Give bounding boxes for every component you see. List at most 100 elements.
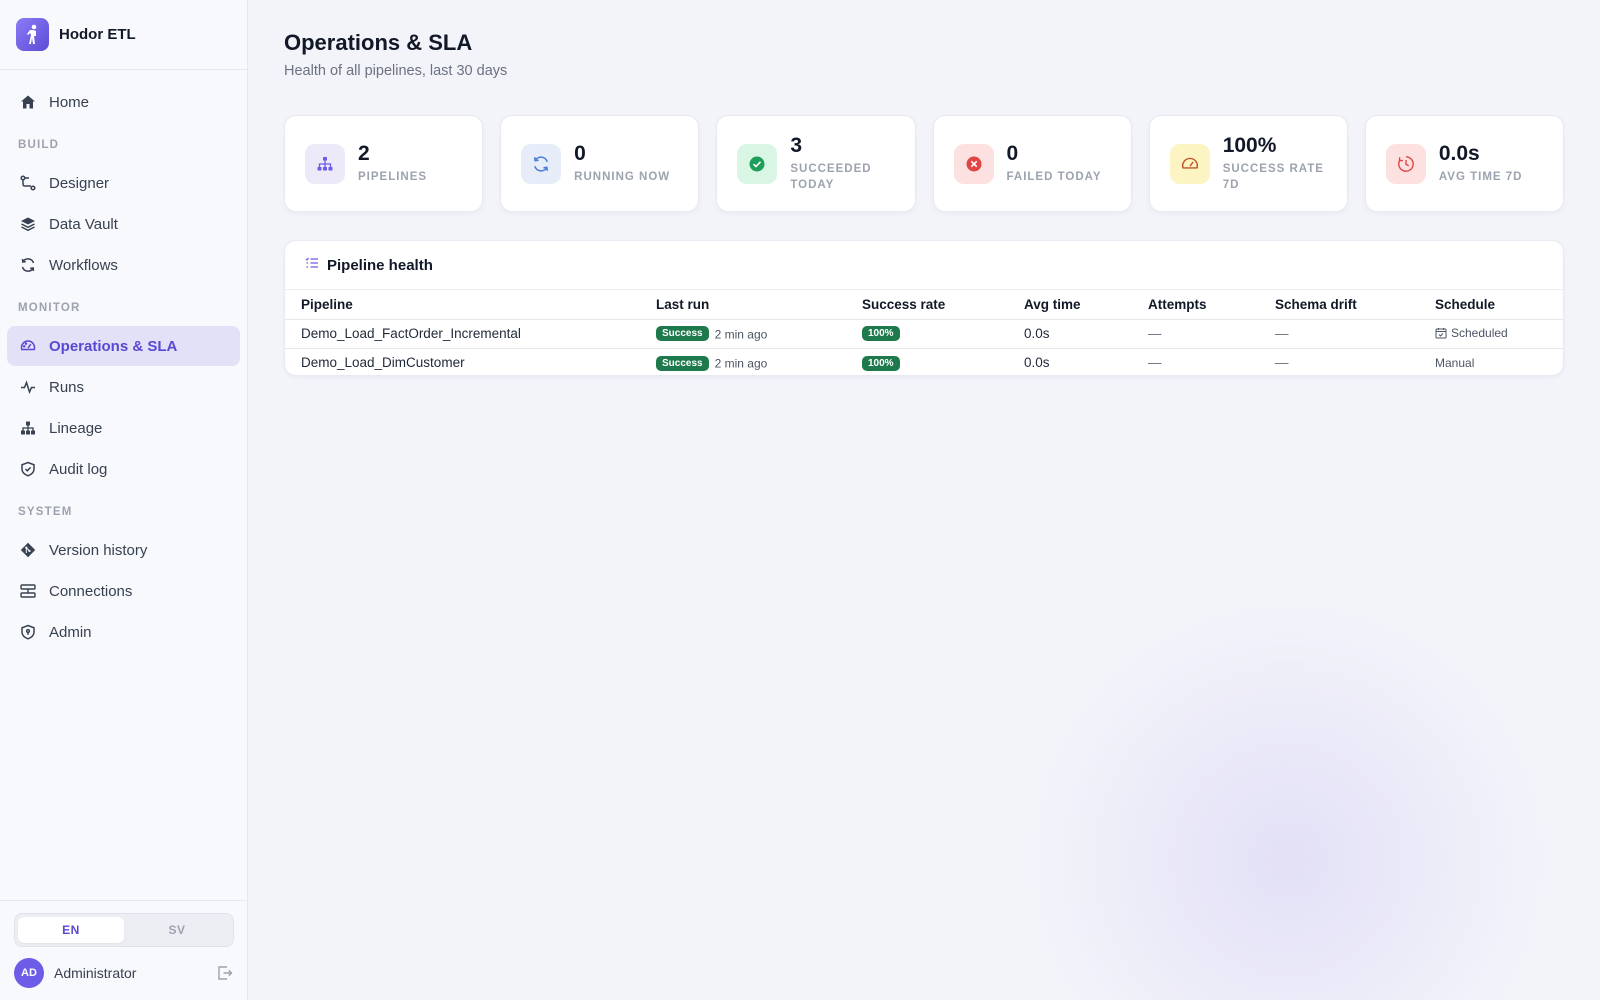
sidebar-nav: Home BUILD Designer Data Vault Workflows… [0,70,247,652]
stat-card-succeeded-today: 3 SUCCEEDED TODAY [716,115,916,212]
git-icon [19,541,37,559]
brand[interactable]: Hodor ETL [0,0,247,70]
stat-label: AVG TIME 7D [1438,171,1523,183]
sidebar-item-operations-sla[interactable]: Operations & SLA [7,326,240,366]
success-rate-cell: 100% [846,319,1008,349]
sidebar-item-home[interactable]: Home [7,82,240,122]
section-build: BUILD [18,139,60,151]
panel-title: Pipeline health [327,256,433,274]
lineage-icon [19,419,37,437]
sidebar-item-audit-log[interactable]: Audit log [7,449,240,489]
last-run-time: 2 min ago [714,326,768,341]
sidebar-item-label: Admin [49,623,92,641]
column-header[interactable]: Schema drift [1259,290,1419,320]
home-icon [19,93,37,111]
sidebar-item-connections[interactable]: Connections [7,571,240,611]
attempts-cell: — [1148,355,1162,371]
stat-value: 0 [1006,142,1019,165]
page-subtitle: Health of all pipelines, last 30 days [284,63,508,79]
pipelines-icon [305,143,345,184]
stat-card-failed-today: 0 FAILED TODAY [932,115,1132,212]
lang-sv-button[interactable]: SV [124,917,230,943]
column-header[interactable]: Attempts [1132,290,1259,320]
pipeline-name[interactable]: Demo_Load_DimCustomer [285,348,640,375]
stat-card-pipelines: 2 PIPELINES [284,115,484,212]
language-switch: EN SV [14,913,234,947]
sidebar-item-label: Lineage [49,419,103,437]
success-rate-badge: 100% [862,355,900,371]
list-icon [305,256,319,275]
refresh-icon [19,256,37,274]
logout-icon[interactable] [216,964,234,982]
shield-check-icon [19,460,37,478]
sidebar-item-label: Workflows [49,256,118,274]
avg-time-cell: 0.0s [1008,319,1132,349]
check-circle-icon [737,143,778,184]
stat-value: 0 [574,142,586,165]
column-header[interactable]: Last run [640,290,846,320]
schedule-label: Manual [1435,356,1475,371]
stat-label: PIPELINES [358,171,428,183]
page-title: Operations & SLA [284,30,473,55]
pipeline-name[interactable]: Demo_Load_FactOrder_Incremental [285,319,640,349]
hodor-logo-icon [16,18,49,51]
stat-label: SUCCEEDED TODAY [790,163,872,191]
activity-icon [19,378,37,396]
status-badge: Success [656,326,709,342]
stat-label: RUNNING NOW [574,171,671,183]
column-header[interactable]: Success rate [846,290,1008,320]
user-name: Administrator [54,965,137,981]
sidebar-item-workflows[interactable]: Workflows [7,245,240,285]
schedule-cell: Scheduled [1419,319,1563,349]
main-content: Operations & SLA Health of all pipelines… [248,0,1600,1000]
success-rate-cell: 100% [846,348,1008,375]
stat-value: 100% [1222,134,1277,157]
sidebar-item-designer[interactable]: Designer [7,163,240,203]
sidebar-item-label: Operations & SLA [49,337,178,355]
column-header[interactable]: Pipeline [285,290,640,320]
sidebar-item-admin[interactable]: Admin [7,612,240,652]
column-header[interactable]: Avg time [1008,290,1132,320]
table-row[interactable]: Demo_Load_FactOrder_Incremental Success 2… [285,319,1563,349]
lang-en-button[interactable]: EN [18,917,124,943]
sidebar-footer: EN SV AD Administrator [0,900,248,1000]
stat-value: 3 [790,134,803,157]
avatar[interactable]: AD [14,958,44,988]
sidebar-item-label: Home [49,93,90,111]
status-badge: Success [656,355,709,371]
sidebar-item-runs[interactable]: Runs [7,367,240,407]
schedule-label: Scheduled [1451,325,1508,340]
sidebar-item-label: Connections [49,582,133,600]
table-row[interactable]: Demo_Load_DimCustomer Success 2 min ago 1… [285,348,1563,375]
section-monitor: MONITOR [18,302,81,314]
sidebar-item-label: Designer [49,174,110,192]
last-run-time: 2 min ago [714,356,768,371]
stats-cards: 2 PIPELINES 0 RUNNING NOW 3 SUCCEEDED TO… [284,115,1565,212]
calendar-check-icon [1435,327,1447,339]
stat-card-avg-time: 0.0s AVG TIME 7D [1364,115,1565,212]
table-header-row: Pipeline Last run Success rate Avg time … [285,290,1563,320]
gauge-icon [1169,143,1210,184]
refresh-icon [521,143,562,184]
gauge-icon [19,337,37,355]
schedule-cell: Manual [1419,348,1563,375]
sidebar-item-lineage[interactable]: Lineage [7,408,240,448]
connections-icon [19,582,37,600]
sidebar-item-label: Version history [49,541,148,559]
attempts-cell: — [1132,319,1259,349]
designer-icon [19,174,37,192]
sidebar-item-label: Data Vault [49,215,118,233]
layers-icon [19,215,37,233]
column-header[interactable]: Schedule [1419,290,1563,320]
shield-admin-icon [19,623,37,641]
clock-icon [1385,143,1426,184]
panel-header: Pipeline health [285,241,1563,290]
section-system: SYSTEM [18,506,73,518]
sidebar-item-label: Runs [49,378,85,396]
sidebar-item-data-vault[interactable]: Data Vault [7,204,240,244]
last-run-cell: Success 2 min ago [640,348,846,375]
sidebar-item-version-history[interactable]: Version history [7,530,240,570]
stat-value: 0.0s [1438,142,1480,165]
stat-card-running-now: 0 RUNNING NOW [500,115,700,212]
success-rate-badge: 100% [862,326,900,342]
